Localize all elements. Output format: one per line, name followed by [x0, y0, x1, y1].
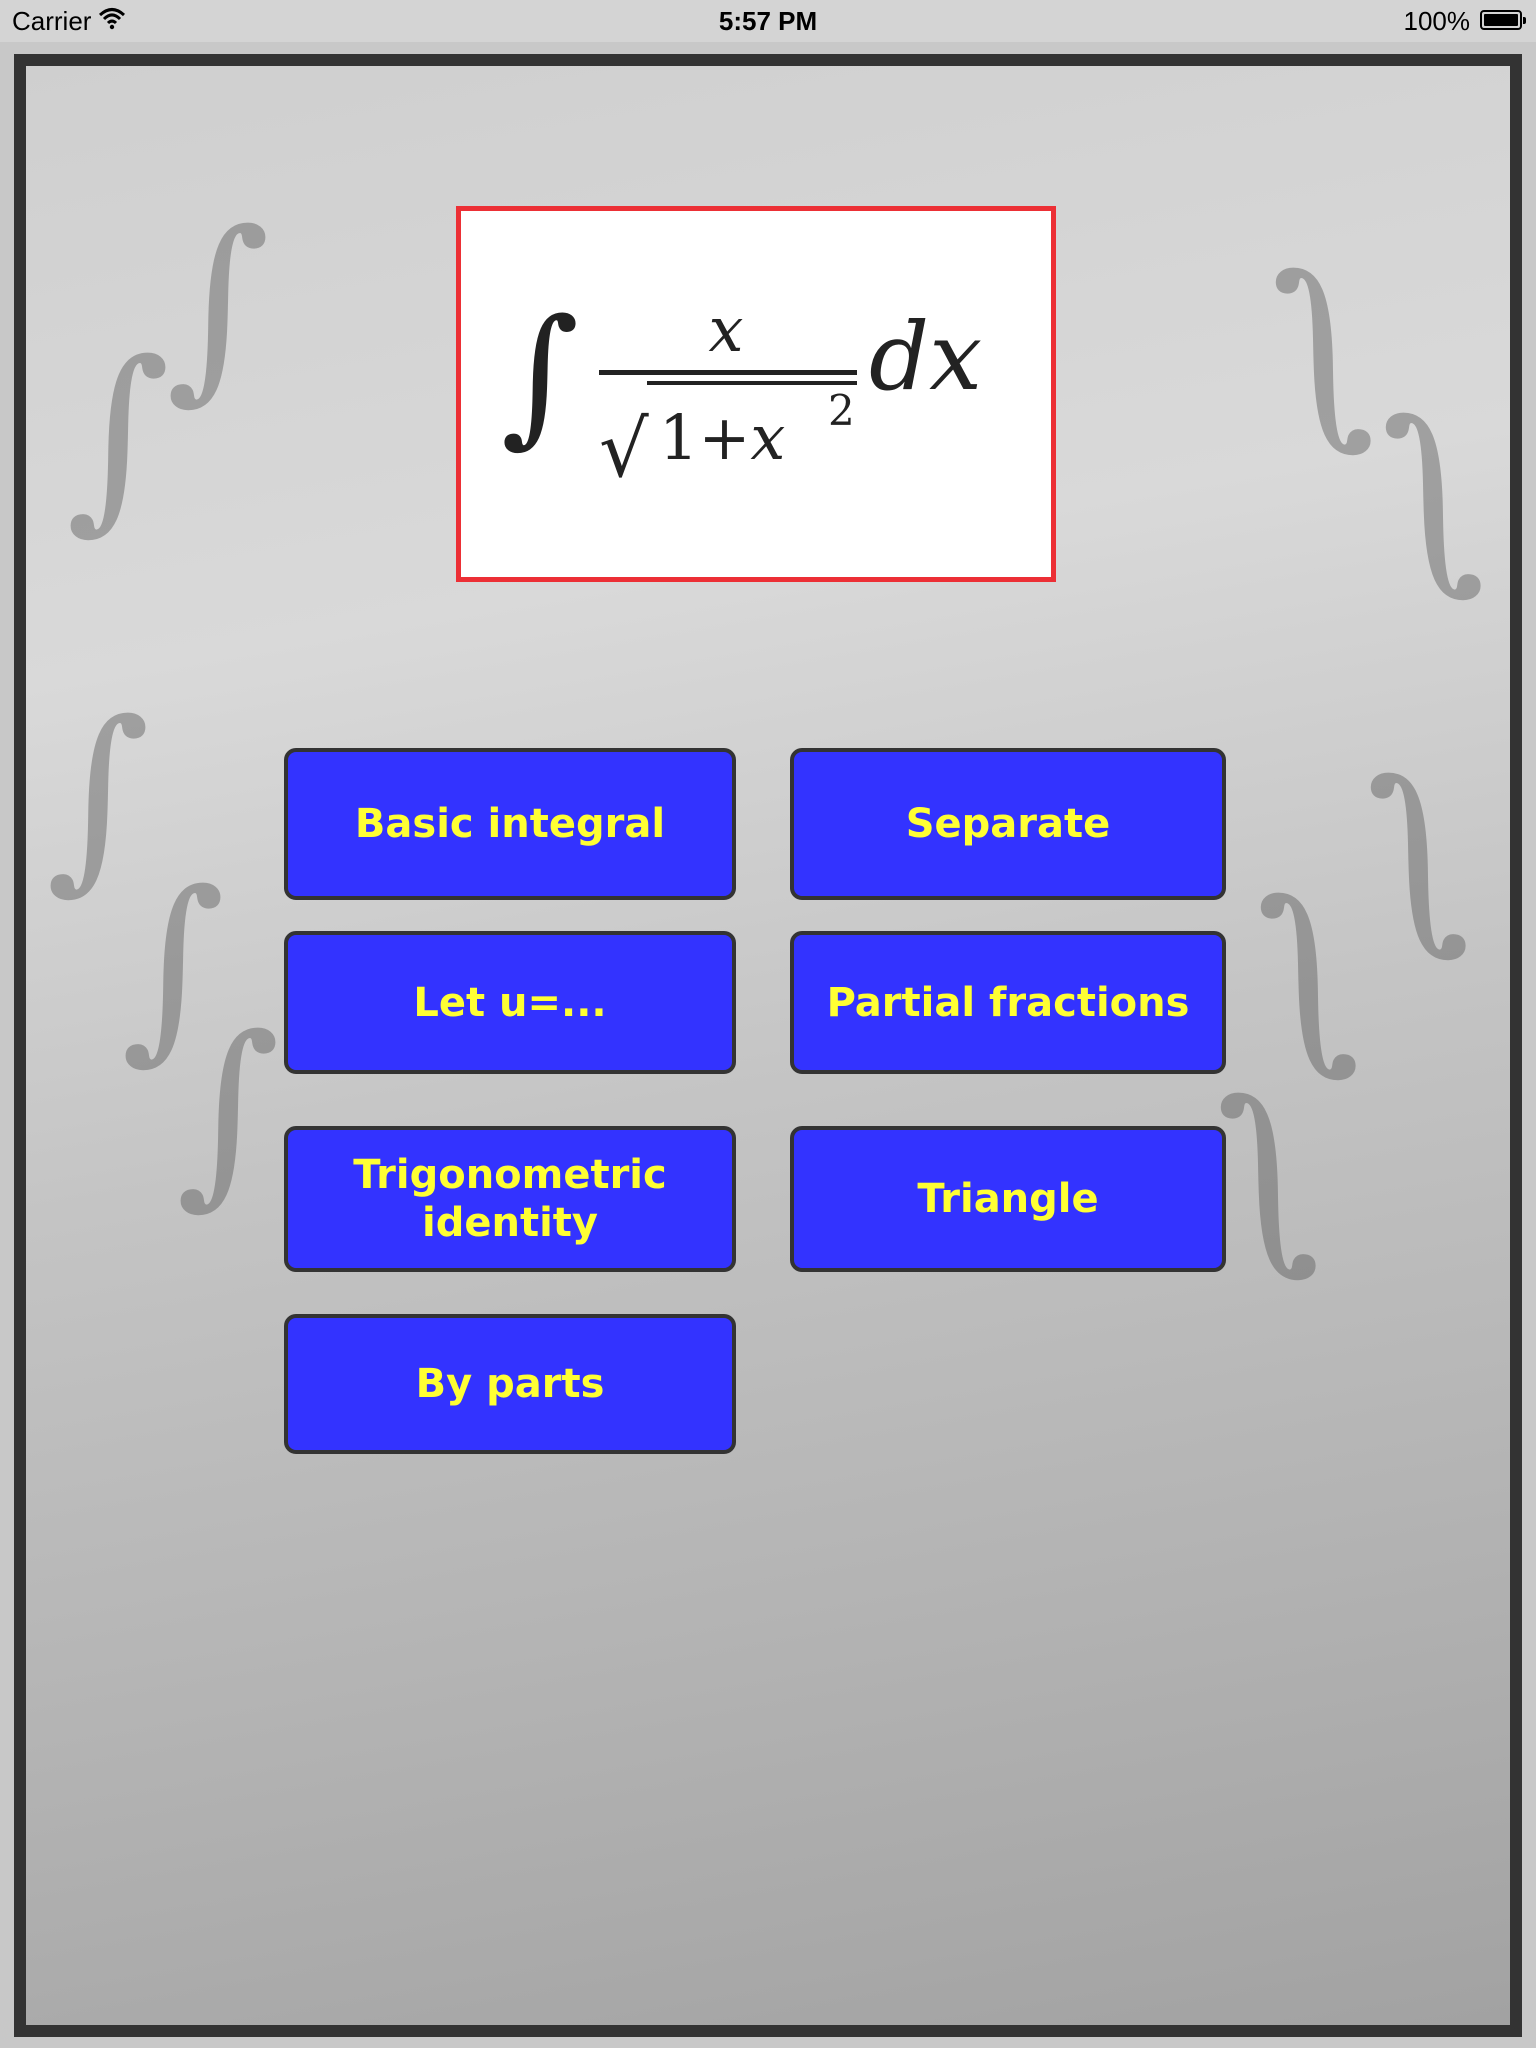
main-frame: ∫ ∫ ∫ ∫ ∫ ∫ ∫ ∫ ∫ ∫ ∫ x √ 1+x 2 dx Basic… [14, 54, 1522, 2037]
decorative-integral-icon: ∫ [1256, 859, 1361, 1092]
decorative-integral-icon: ∫ [166, 189, 271, 422]
basic-integral-label: Basic integral [354, 801, 666, 847]
decorative-integral-icon: ∫ [66, 319, 171, 552]
separate-label: Separate [905, 801, 1111, 847]
formula-fraction-bar [599, 370, 857, 375]
triangle-button[interactable]: Triangle [790, 1126, 1226, 1272]
formula-integral-sign: ∫ [501, 288, 579, 462]
decorative-integral-icon: ∫ [1271, 234, 1376, 467]
battery-icon [1480, 10, 1526, 30]
partial-fractions-button[interactable]: Partial fractions [790, 931, 1226, 1074]
by-parts-button[interactable]: By parts [284, 1314, 736, 1454]
partial-fractions-label: Partial fractions [826, 979, 1190, 1026]
battery-percentage: 100% [1403, 6, 1471, 36]
decorative-integral-icon: ∫ [176, 994, 281, 1227]
formula-exponent: 2 [828, 386, 855, 435]
trigonometric-label: Trigonometric [353, 1152, 667, 1198]
decorative-integral-icon: ∫ [1216, 1059, 1321, 1292]
decorative-integral-icon: ∫ [1381, 379, 1486, 612]
separate-button[interactable]: Separate [790, 748, 1226, 900]
decorative-integral-icon: ∫ [1366, 739, 1471, 972]
basic-integral-button[interactable]: Basic integral [284, 748, 736, 900]
clock: 5:57 PM [718, 6, 818, 36]
formula-numerator: x [709, 293, 744, 366]
status-bar: Carrier 5:57 PM 100% [0, 0, 1536, 42]
integral-formula-card: ∫ x √ 1+x 2 dx [456, 206, 1056, 582]
formula-denominator: 1+x [659, 401, 785, 474]
identity-label: identity [422, 1200, 598, 1246]
trigonometric-identity-button[interactable]: Trigonometric identity [284, 1126, 736, 1272]
formula-radical-bar [647, 381, 857, 385]
formula-differential: dx [869, 303, 982, 412]
integral-formula: ∫ x √ 1+x 2 dx [501, 288, 982, 495]
by-parts-label: By parts [415, 1361, 605, 1407]
triangle-label: Triangle [917, 1176, 1099, 1222]
let-u-label: Let u=... [413, 979, 607, 1026]
formula-radical: √ [599, 405, 649, 495]
let-u-button[interactable]: Let u=... [284, 931, 736, 1074]
